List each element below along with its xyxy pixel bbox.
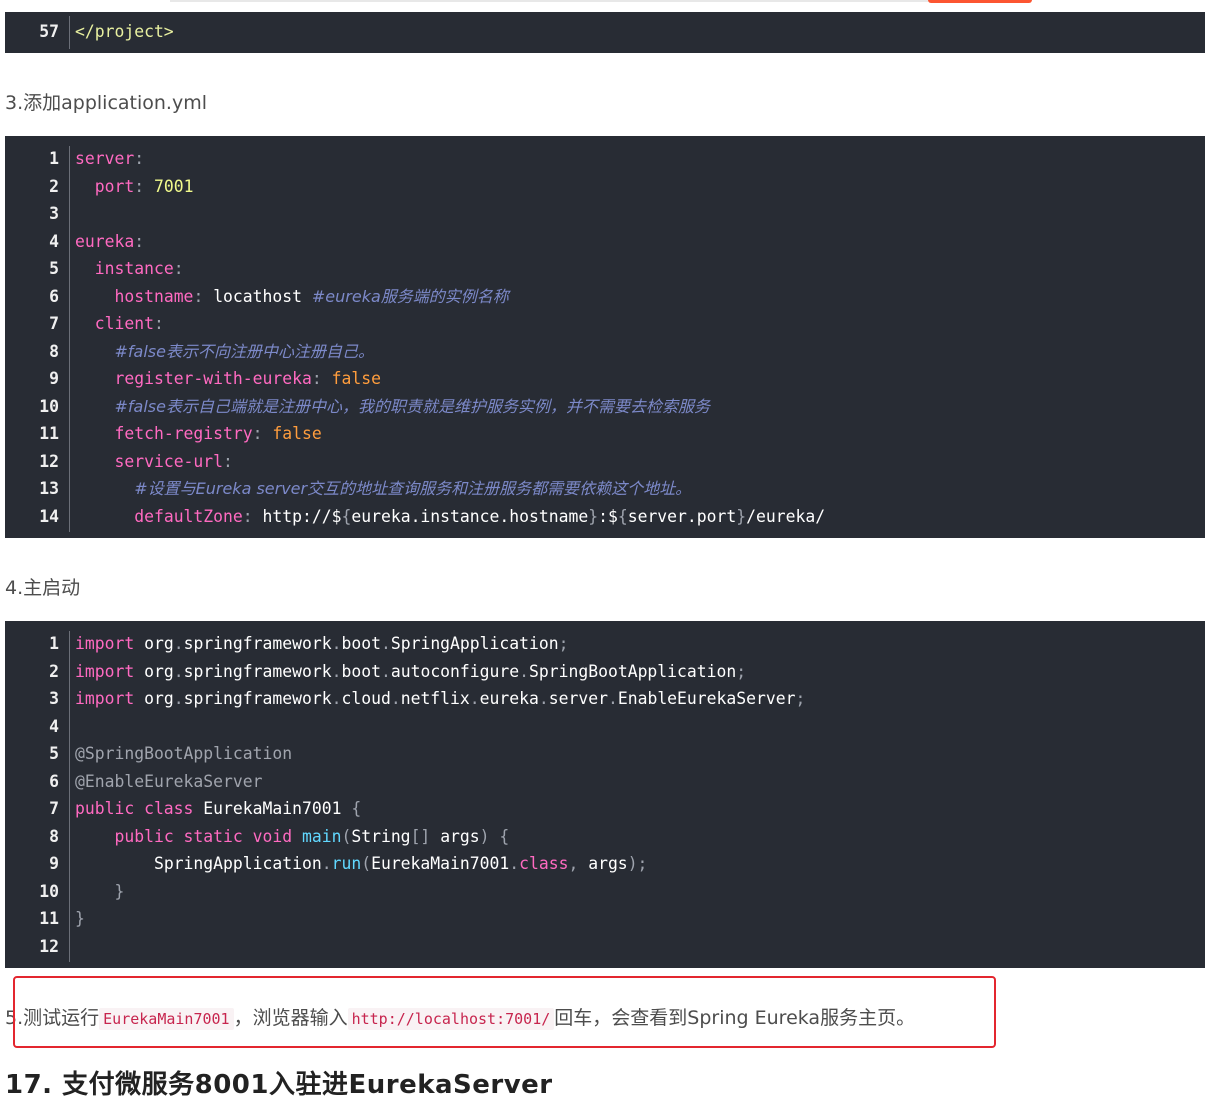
code-block-yml: 1 server: 2 port: 7001 3 4 eureka: 5 instance:… xyxy=(5,136,1205,538)
code-text: @SpringBootApplication xyxy=(75,744,293,763)
code-line: 7 public class EurekaMain7001 { xyxy=(5,795,1205,823)
code-text: client: xyxy=(94,314,164,333)
step4-text: 4.主启动 xyxy=(5,577,81,599)
code-line: 10 #false表示自己端就是注册中心，我的职责就是维护服务实例，并不需要去检… xyxy=(5,393,1205,421)
line-number: 9 xyxy=(49,369,59,388)
code-text: #设置与Eureka server交互的地址查询服务和注册服务都需要依赖这个地址… xyxy=(134,479,692,498)
line-number: 8 xyxy=(49,341,59,361)
code-line: 8 #false表示不向注册中心注册自己。 xyxy=(5,338,1205,366)
line-number: 2 xyxy=(49,661,59,681)
code-line: 2 port: 7001 xyxy=(5,173,1205,201)
code-text: } xyxy=(114,881,125,901)
line-number: 7 xyxy=(49,314,59,333)
code-line: 1 import org.springframework.boot.SpringA… xyxy=(5,630,1205,658)
code-text: import org.springframework.boot.SpringAp… xyxy=(75,634,569,653)
line-number: 12 xyxy=(39,451,59,471)
code-text: service-url: xyxy=(114,451,233,471)
line-number: 3 xyxy=(49,689,59,708)
code-line: 2 import org.springframework.boot.autocon… xyxy=(5,658,1205,686)
code-text: port: 7001 xyxy=(94,176,194,196)
code-text: public class EurekaMain7001 { xyxy=(75,799,362,818)
code-line: 10 } xyxy=(5,878,1205,906)
code-line: 6 @EnableEurekaServer xyxy=(5,768,1205,796)
code-line: </project> xyxy=(75,22,174,41)
code-line: 5 instance: xyxy=(5,255,1205,283)
code-text: #false表示自己端就是注册中心，我的职责就是维护服务实例，并不需要去检索服务 xyxy=(114,396,710,416)
code-block-pom-tail: 57 </project> xyxy=(5,12,1205,53)
code-text: import org.springframework.boot.autoconf… xyxy=(75,661,747,681)
code-line: 8 public static void main(String[] args)… xyxy=(5,823,1205,851)
line-number: 9 xyxy=(49,854,59,873)
code-text: hostname: locathost #eureka服务端的实例名称 xyxy=(114,286,509,306)
code-line: 11} xyxy=(5,905,1205,933)
line-number: 1 xyxy=(49,149,59,168)
code-line: 12 xyxy=(5,933,1205,961)
code-text: public static void main(String[] args) { xyxy=(114,826,510,846)
code-text: import org.springframework.cloud.netflix… xyxy=(75,689,806,708)
code-line: 3 import org.springframework.cloud.netfli… xyxy=(5,685,1205,713)
line-number: 11 xyxy=(39,424,59,443)
line-number: 4 xyxy=(49,231,59,251)
step3-text: 3.添加application.yml xyxy=(5,92,208,114)
code-line: 1 server: xyxy=(5,145,1205,173)
code-line: 14 defaultZone: http://${eureka.instance… xyxy=(5,503,1205,531)
code-line: 4 eureka: xyxy=(5,228,1205,256)
line-number: 13 xyxy=(39,479,59,498)
line-number: 8 xyxy=(49,826,59,846)
line-number: 14 xyxy=(39,506,59,526)
code-text: register-with-eureka: false xyxy=(114,369,381,388)
line-number: 10 xyxy=(39,396,59,416)
line-number: 5 xyxy=(49,259,59,278)
line-number: 12 xyxy=(39,936,59,956)
code-text: } xyxy=(75,909,85,928)
line-number: 10 xyxy=(39,881,59,901)
code-block-java: 1 import org.springframework.boot.SpringA… xyxy=(5,621,1205,968)
line-number: 2 xyxy=(49,176,59,196)
code-text: SpringApplication.run(EurekaMain7001.cla… xyxy=(153,854,648,873)
top-action-button[interactable] xyxy=(928,0,1032,3)
line-number: 6 xyxy=(49,286,59,306)
code-text: #false表示不向注册中心注册自己。 xyxy=(114,341,374,361)
code-line: 11 fetch-registry: false xyxy=(5,420,1205,448)
code-text: @EnableEurekaServer xyxy=(75,771,263,791)
line-number: 1 xyxy=(49,634,59,653)
line-number: 6 xyxy=(49,771,59,791)
top-divider xyxy=(170,0,930,2)
line-number: 5 xyxy=(49,744,59,763)
code-text: eureka: xyxy=(75,231,145,251)
code-line: 4 xyxy=(5,713,1205,741)
line-number: 3 xyxy=(49,204,59,223)
code-text: fetch-registry: false xyxy=(114,424,322,443)
code-text: server: xyxy=(75,149,145,168)
code-line: 12 service-url: xyxy=(5,448,1205,476)
code-text: instance: xyxy=(94,259,184,278)
code-text: defaultZone: http://${eureka.instance.ho… xyxy=(134,506,826,526)
code-line: 3 xyxy=(5,200,1205,228)
line-number: 7 xyxy=(49,799,59,818)
line-number: 4 xyxy=(49,716,59,736)
code-line: 7 client: xyxy=(5,310,1205,338)
line-number: 11 xyxy=(39,909,59,928)
code-line: 9 SpringApplication.run(EurekaMain7001.c… xyxy=(5,850,1205,878)
line-number: 57 xyxy=(39,22,59,41)
code-line: 5 @SpringBootApplication xyxy=(5,740,1205,768)
highlight-box xyxy=(13,976,996,1048)
code-line: 13 #设置与Eureka server交互的地址查询服务和注册服务都需要依赖这… xyxy=(5,475,1205,503)
code-line: 6 hostname: locathost #eureka服务端的实例名称 xyxy=(5,283,1205,311)
code-line: 9 register-with-eureka: false xyxy=(5,365,1205,393)
